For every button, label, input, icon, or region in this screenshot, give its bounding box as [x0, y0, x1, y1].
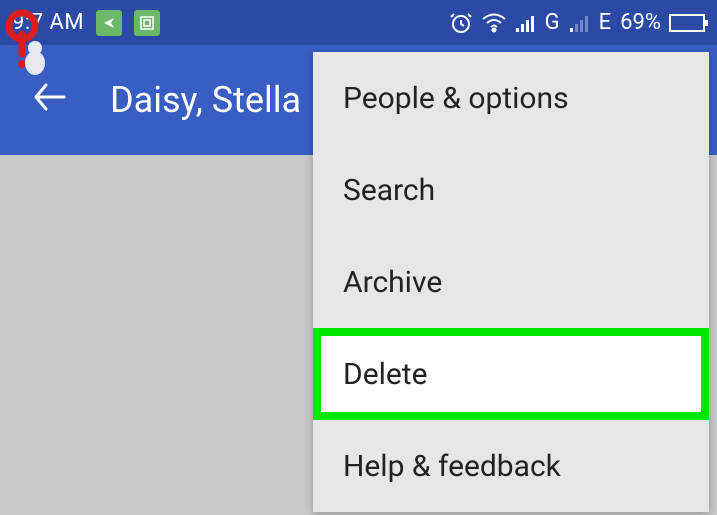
menu-item-label: Help & feedback [343, 449, 561, 484]
status-bar: 9:7 AM G E 69% [0, 0, 717, 45]
notification-icon-2 [134, 10, 160, 36]
battery-icon [669, 14, 705, 32]
signal-e-label: E [599, 10, 613, 35]
conversation-title: Daisy, Stella [110, 79, 301, 121]
notification-icon-1 [96, 10, 122, 36]
signal-g-label: G [545, 10, 561, 35]
menu-item-help-feedback[interactable]: Help & feedback [313, 420, 709, 512]
menu-item-search[interactable]: Search [313, 144, 709, 236]
wifi-icon [481, 12, 507, 34]
menu-item-people-options[interactable]: People & options [313, 52, 709, 144]
overflow-menu: People & options Search Archive Delete H… [313, 52, 709, 512]
menu-item-delete[interactable]: Delete [313, 328, 709, 420]
menu-item-archive[interactable]: Archive [313, 236, 709, 328]
menu-item-label: Search [343, 173, 435, 208]
back-arrow-icon[interactable] [30, 77, 70, 124]
menu-item-label: Archive [343, 265, 442, 300]
battery-percent: 69% [620, 10, 661, 35]
status-right: G E 69% [449, 10, 705, 35]
alarm-icon [449, 11, 473, 35]
mascot-logo [0, 8, 60, 78]
signal-bars-1 [515, 13, 537, 33]
signal-bars-2 [569, 13, 591, 33]
menu-item-label: Delete [343, 357, 428, 392]
menu-item-label: People & options [343, 81, 569, 116]
